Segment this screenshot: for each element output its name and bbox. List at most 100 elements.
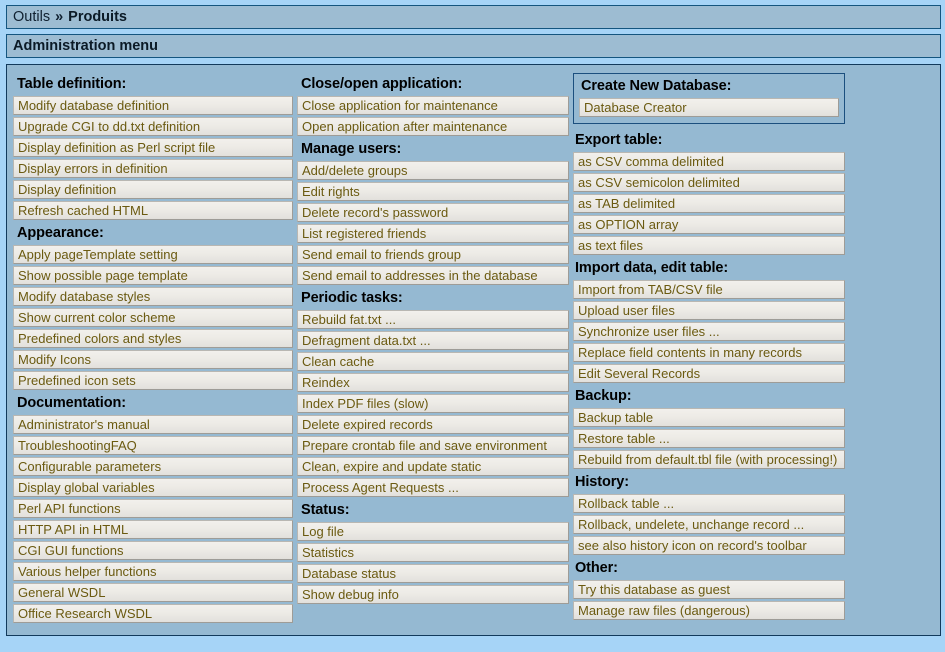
menu-item-replace-field-contents-in-many-records[interactable]: Replace field contents in many records — [573, 343, 845, 362]
menu-group-table-definition: Table definition: Modify database definit… — [13, 73, 293, 220]
menu-group-appearance: Appearance: Apply pageTemplate setting Sho… — [13, 222, 293, 390]
group-heading-periodic-tasks: Periodic tasks: — [301, 290, 403, 306]
menu-item-as-csv-semicolon-delimited[interactable]: as CSV semicolon delimited — [573, 173, 845, 192]
menu-item-upgrade-cgi-to-dd-txt-definition[interactable]: Upgrade CGI to dd.txt definition — [13, 117, 293, 136]
menu-group-status: Status: Log file Statistics Database status… — [297, 499, 569, 604]
breadcrumb-current: Produits — [68, 8, 127, 25]
menu-item-restore-table[interactable]: Restore table ... — [573, 429, 845, 448]
menu-group-manage-users: Manage users: Add/delete groups Edit right… — [297, 138, 569, 285]
menu-item-clean-expire-and-update-static[interactable]: Clean, expire and update static — [297, 457, 569, 476]
menu-item-rollback-table[interactable]: Rollback table ... — [573, 494, 845, 513]
menu-item-list-registered-friends[interactable]: List registered friends — [297, 224, 569, 243]
menu-item-clean-cache[interactable]: Clean cache — [297, 352, 569, 371]
group-heading-manage-users: Manage users: — [301, 141, 402, 157]
menu-item-show-debug-info[interactable]: Show debug info — [297, 585, 569, 604]
menu-item-backup-table[interactable]: Backup table — [573, 408, 845, 427]
group-heading-appearance: Appearance: — [17, 225, 104, 241]
menu-item-general-wsdl[interactable]: General WSDL — [13, 583, 293, 602]
menu-item-add-delete-groups[interactable]: Add/delete groups — [297, 161, 569, 180]
menu-column-2: Close/open application: Close application… — [297, 73, 569, 606]
menu-item-see-also-history-icon-on-record-s-toolbar[interactable]: see also history icon on record's toolba… — [573, 536, 845, 555]
menu-item-process-agent-requests[interactable]: Process Agent Requests ... — [297, 478, 569, 497]
page-title: Administration menu — [13, 37, 159, 54]
menu-column-3: Create New Database: Database Creator Expo… — [573, 73, 845, 622]
menu-group-export-table: Export table: as CSV comma delimited as CS… — [573, 129, 845, 255]
menu-item-as-csv-comma-delimited[interactable]: as CSV comma delimited — [573, 152, 845, 171]
group-heading-documentation: Documentation: — [17, 395, 126, 411]
group-heading-other: Other: — [575, 560, 618, 576]
menu-item-as-option-array[interactable]: as OPTION array — [573, 215, 845, 234]
menu-item-delete-record-s-password[interactable]: Delete record's password — [297, 203, 569, 222]
menu-item-show-possible-page-template[interactable]: Show possible page template — [13, 266, 293, 285]
menu-item-send-email-to-addresses-in-the-database[interactable]: Send email to addresses in the database — [297, 266, 569, 285]
header-bars: Outils » Produits Administration menu — [0, 0, 945, 58]
menu-item-statistics[interactable]: Statistics — [297, 543, 569, 562]
menu-item-database-creator[interactable]: Database Creator — [579, 98, 839, 117]
breadcrumb-root[interactable]: Outils — [13, 10, 50, 25]
menu-item-edit-rights[interactable]: Edit rights — [297, 182, 569, 201]
boxed-group-create-new-database: Create New Database: Database Creator — [573, 73, 845, 124]
menu-item-apply-pagetemplate-setting[interactable]: Apply pageTemplate setting — [13, 245, 293, 264]
group-heading-close-open-application: Close/open application: — [301, 76, 463, 92]
menu-item-perl-api-functions[interactable]: Perl API functions — [13, 499, 293, 518]
menu-item-as-text-files[interactable]: as text files — [573, 236, 845, 255]
menu-item-manage-raw-files-dangerous[interactable]: Manage raw files (dangerous) — [573, 601, 845, 620]
menu-item-close-application-for-maintenance[interactable]: Close application for maintenance — [297, 96, 569, 115]
menu-item-edit-several-records[interactable]: Edit Several Records — [573, 364, 845, 383]
menu-item-modify-database-definition[interactable]: Modify database definition — [13, 96, 293, 115]
menu-item-upload-user-files[interactable]: Upload user files — [573, 301, 845, 320]
menu-item-display-errors-in-definition[interactable]: Display errors in definition — [13, 159, 293, 178]
menu-group-history: History: Rollback table ... Rollback, unde… — [573, 471, 845, 555]
group-heading-backup: Backup: — [575, 388, 632, 404]
menu-item-send-email-to-friends-group[interactable]: Send email to friends group — [297, 245, 569, 264]
breadcrumb: Outils » Produits — [6, 5, 941, 29]
menu-item-delete-expired-records[interactable]: Delete expired records — [297, 415, 569, 434]
menu-item-try-this-database-as-guest[interactable]: Try this database as guest — [573, 580, 845, 599]
menu-item-rollback-undelete-unchange-record[interactable]: Rollback, undelete, unchange record ... — [573, 515, 845, 534]
menu-item-defragment-data-txt[interactable]: Defragment data.txt ... — [297, 331, 569, 350]
menu-item-various-helper-functions[interactable]: Various helper functions — [13, 562, 293, 581]
menu-column-1: Table definition: Modify database definit… — [13, 73, 293, 625]
menu-item-open-application-after-maintenance[interactable]: Open application after maintenance — [297, 117, 569, 136]
menu-item-log-file[interactable]: Log file — [297, 522, 569, 541]
menu-item-display-definition-as-perl-script-file[interactable]: Display definition as Perl script file — [13, 138, 293, 157]
menu-item-display-global-variables[interactable]: Display global variables — [13, 478, 293, 497]
menu-item-display-definition[interactable]: Display definition — [13, 180, 293, 199]
menu-item-database-status[interactable]: Database status — [297, 564, 569, 583]
menu-group-periodic-tasks: Periodic tasks: Rebuild fat.txt ... Defrag… — [297, 287, 569, 497]
menu-item-synchronize-user-files[interactable]: Synchronize user files ... — [573, 322, 845, 341]
menu-item-index-pdf-files-slow[interactable]: Index PDF files (slow) — [297, 394, 569, 413]
menu-item-predefined-colors-and-styles[interactable]: Predefined colors and styles — [13, 329, 293, 348]
menu-columns: Table definition: Modify database definit… — [13, 73, 934, 625]
group-heading-import-data-edit-table: Import data, edit table: — [575, 260, 729, 276]
menu-item-modify-database-styles[interactable]: Modify database styles — [13, 287, 293, 306]
menu-group-close-open-application: Close/open application: Close application… — [297, 73, 569, 136]
group-heading-create-new-database: Create New Database: — [581, 78, 732, 94]
menu-item-administrator-s-manual[interactable]: Administrator's manual — [13, 415, 293, 434]
group-heading-table-definition: Table definition: — [17, 76, 127, 92]
menu-item-troubleshootingfaq[interactable]: TroubleshootingFAQ — [13, 436, 293, 455]
admin-menu-panel: Table definition: Modify database definit… — [6, 64, 941, 636]
menu-group-import-data-edit-table: Import data, edit table: Import from TAB/… — [573, 257, 845, 383]
menu-item-cgi-gui-functions[interactable]: CGI GUI functions — [13, 541, 293, 560]
menu-item-import-from-tab-csv-file[interactable]: Import from TAB/CSV file — [573, 280, 845, 299]
menu-item-office-research-wsdl[interactable]: Office Research WSDL — [13, 604, 293, 623]
menu-item-prepare-crontab-file-and-save-environment[interactable]: Prepare crontab file and save environmen… — [297, 436, 569, 455]
breadcrumb-separator-icon: » — [55, 8, 64, 25]
menu-item-as-tab-delimited[interactable]: as TAB delimited — [573, 194, 845, 213]
menu-item-reindex[interactable]: Reindex — [297, 373, 569, 392]
group-heading-status: Status: — [301, 502, 350, 518]
menu-item-show-current-color-scheme[interactable]: Show current color scheme — [13, 308, 293, 327]
menu-item-modify-icons[interactable]: Modify Icons — [13, 350, 293, 369]
menu-group-other: Other: Try this database as guest Manage r… — [573, 557, 845, 620]
menu-item-http-api-in-html[interactable]: HTTP API in HTML — [13, 520, 293, 539]
page-title-bar: Administration menu — [6, 34, 941, 58]
menu-item-rebuild-fat-txt[interactable]: Rebuild fat.txt ... — [297, 310, 569, 329]
group-heading-history: History: — [575, 474, 629, 490]
menu-item-refresh-cached-html[interactable]: Refresh cached HTML — [13, 201, 293, 220]
menu-item-rebuild-from-default-tbl-file-with-processin[interactable]: Rebuild from default.tbl file (with proc… — [573, 450, 845, 469]
menu-group-documentation: Documentation: Administrator's manual Trou… — [13, 392, 293, 623]
menu-item-predefined-icon-sets[interactable]: Predefined icon sets — [13, 371, 293, 390]
menu-item-configurable-parameters[interactable]: Configurable parameters — [13, 457, 293, 476]
menu-group-backup: Backup: Backup table Restore table ... Rebu… — [573, 385, 845, 469]
